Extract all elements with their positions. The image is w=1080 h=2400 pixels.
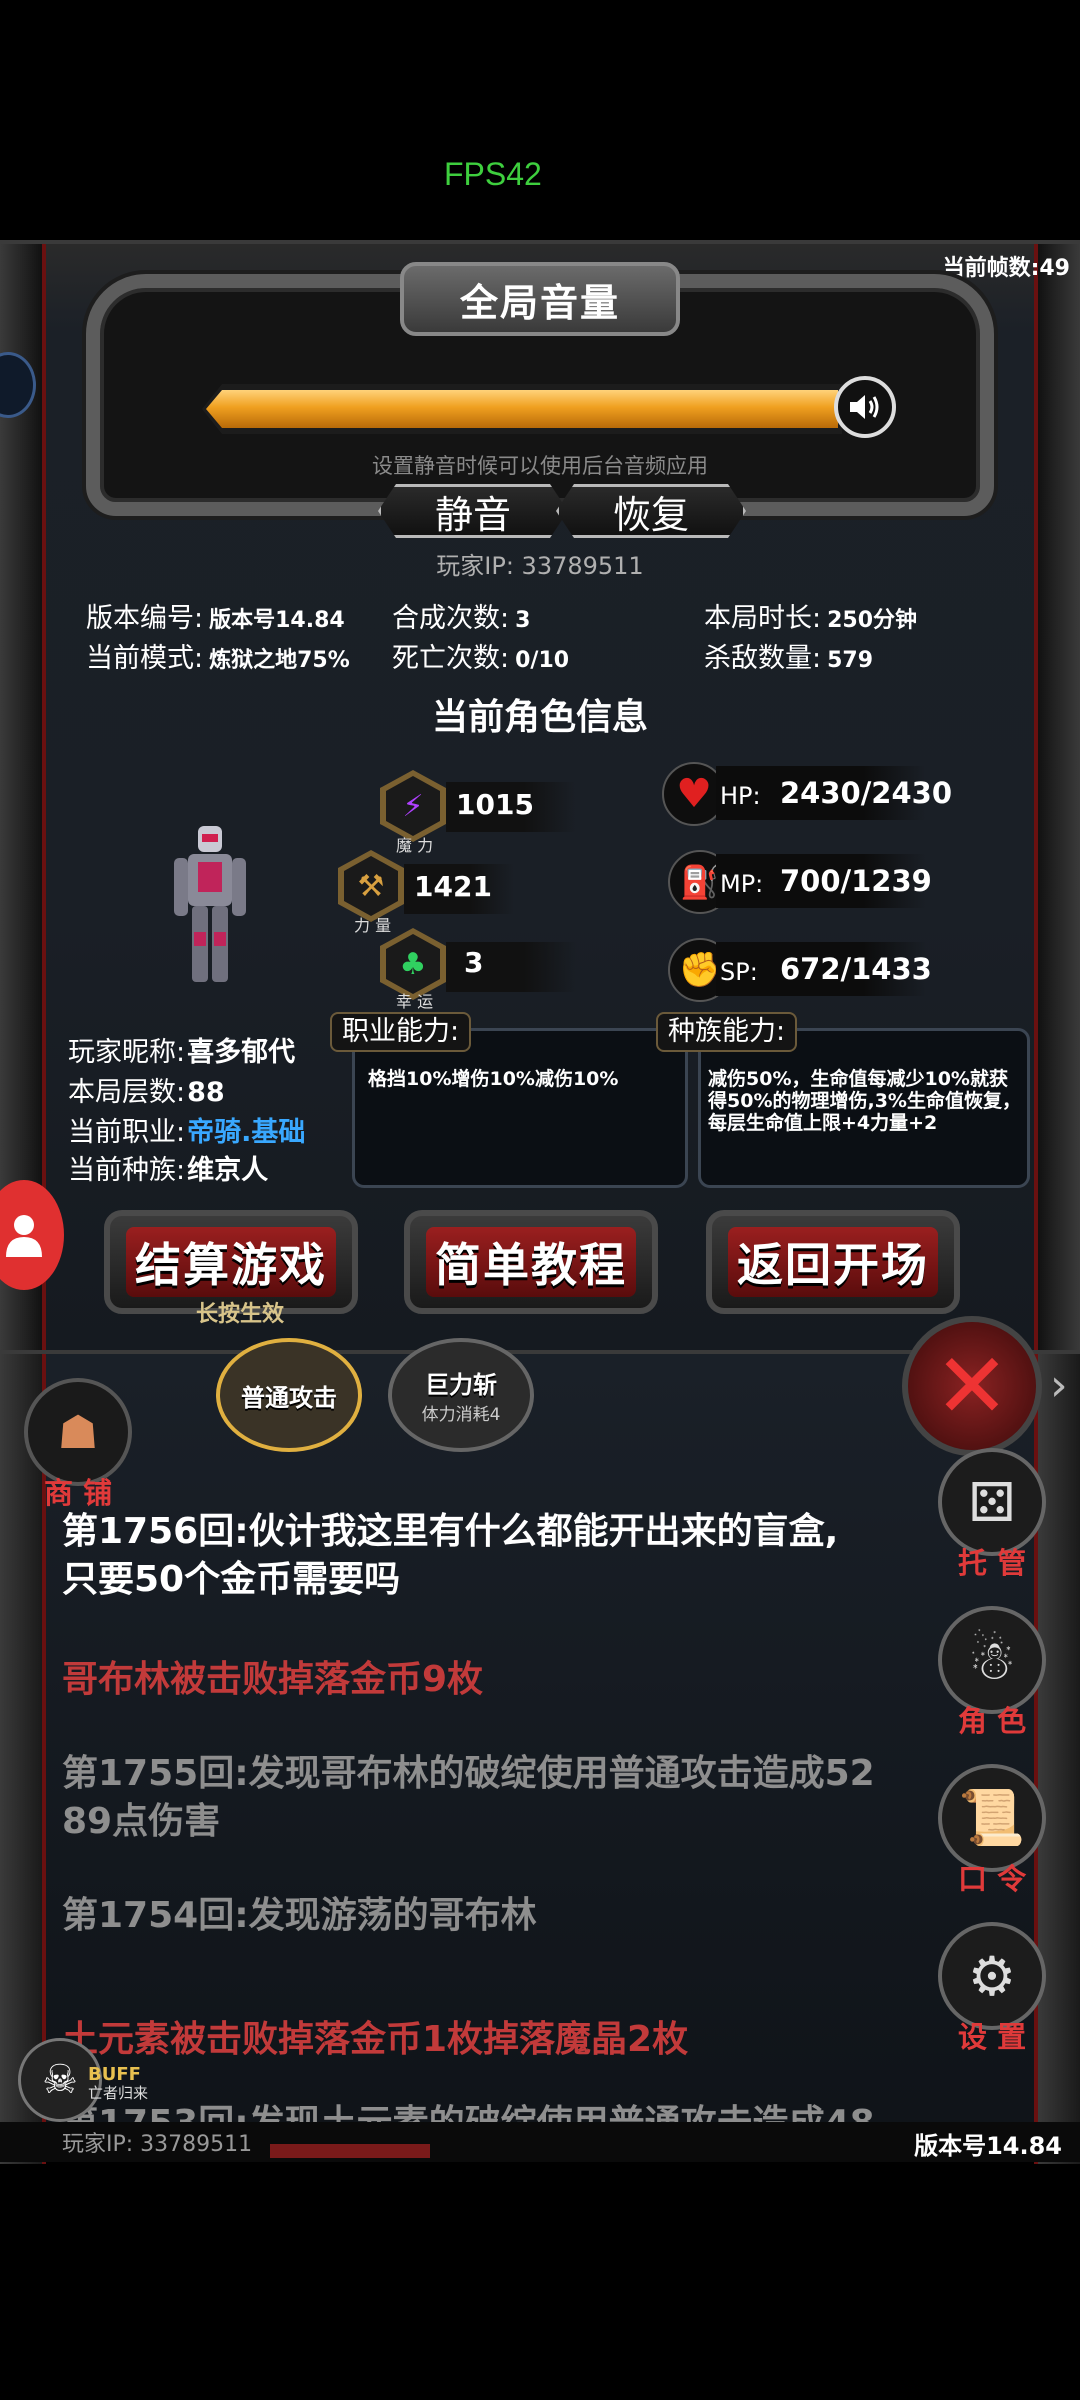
volume-hint: 设置静音时候可以使用后台音频应用 — [372, 454, 708, 478]
job-value: 帝骑.基础 — [187, 1117, 306, 1148]
sp-key: SP: — [720, 958, 758, 986]
player-job: 当前职业:帝骑.基础 — [68, 1110, 305, 1149]
mute-button[interactable]: 静音 — [378, 484, 568, 538]
panel-frame-right — [1034, 244, 1080, 1354]
auto-label[interactable]: 托 管 — [958, 1540, 1026, 1582]
race-ability-label: 种族能力: — [656, 1012, 798, 1052]
character-sprite — [174, 826, 246, 982]
player-ip: 玩家IP: 33789511 — [436, 552, 644, 580]
floors-value: 88 — [187, 1077, 225, 1108]
role-label[interactable]: 角 色 — [958, 1698, 1026, 1740]
volume-title-plate: 全局音量 — [400, 262, 680, 336]
footer-version: 版本号14.84 — [914, 2132, 1062, 2160]
log-line-3a: 第1755回:发现哥布林的破绽使用普通攻击造成52 — [62, 1753, 875, 1794]
stat-duration: 本局时长: 250分钟 — [704, 596, 917, 635]
restore-button[interactable]: 恢复 — [556, 484, 746, 538]
mp-key: MP: — [720, 870, 764, 898]
player-floors: 本局层数:88 — [68, 1070, 225, 1109]
fps-counter: FPS42 — [444, 156, 542, 192]
heavy-slash-cost: 体力消耗4 — [421, 1405, 501, 1425]
buff-sub: 亡者归来 — [88, 2084, 149, 2102]
job-ability-label: 职业能力: — [330, 1012, 472, 1052]
stat-duration-key: 本局时长: — [704, 603, 822, 634]
speaker-icon[interactable] — [834, 376, 896, 438]
log-line-1b: 只要50个金币需要吗 — [62, 1559, 401, 1600]
stat-version-key: 版本编号: — [86, 603, 204, 634]
hp-key: HP: — [720, 782, 761, 810]
tutorial-button[interactable]: 简单教程 — [404, 1210, 658, 1314]
log-line-4: 第1754回:发现游荡的哥布林 — [62, 1895, 537, 1936]
stat-version-value: 版本号14.84 — [209, 608, 345, 633]
tutorial-label: 简单教程 — [426, 1227, 636, 1297]
stat-synth: 合成次数: 3 — [392, 596, 530, 635]
nickname-key: 玩家昵称: — [68, 1037, 186, 1068]
luck-value: 3 — [464, 946, 484, 979]
power-value: 1421 — [414, 870, 492, 903]
log-line-2: 哥布林被击败掉落金币9枚 — [62, 1659, 484, 1700]
sp-value: 672/1433 — [780, 952, 932, 986]
footer-progress — [270, 2144, 430, 2158]
stat-mode: 当前模式: 炼狱之地75% — [86, 636, 350, 675]
heavy-slash-skill[interactable]: 巨力斩 体力消耗4 — [388, 1338, 534, 1452]
log-frame-right — [1034, 1354, 1080, 2164]
power-label: 力 量 — [354, 916, 392, 935]
log-line-3b: 89点伤害 — [62, 1801, 221, 1842]
role-info-title: 当前角色信息 — [431, 697, 648, 738]
stat-synth-value: 3 — [515, 608, 531, 633]
stat-kills-value: 579 — [827, 648, 874, 673]
return-start-button[interactable]: 返回开场 — [706, 1210, 960, 1314]
volume-slider-fill[interactable] — [206, 390, 838, 428]
hold-hint: 长按生效 — [196, 1302, 285, 1327]
chevron-right-icon[interactable]: › — [1050, 1360, 1068, 1411]
close-icon[interactable]: ✕ — [902, 1316, 1042, 1456]
settings-label[interactable]: 设 置 — [958, 2014, 1026, 2056]
job-ability-text: 格挡10%增伤10%减伤10% — [368, 1068, 619, 1090]
stat-kills-key: 杀敌数量: — [704, 643, 822, 674]
normal-attack-skill[interactable]: 普通攻击 — [216, 1338, 362, 1452]
race-value: 维京人 — [187, 1155, 269, 1186]
log-line-1a: 第1756回:伙计我这里有什么都能开出来的盲盒, — [62, 1511, 839, 1552]
settle-game-label: 结算游戏 — [126, 1227, 336, 1297]
shop-label[interactable]: 商 铺 — [44, 1470, 112, 1512]
log-line-5: 土元素被击败掉落金币1枚掉落魔晶2枚 — [62, 2019, 689, 2060]
luck-label: 幸 运 — [396, 992, 434, 1011]
race-ability-text: 减伤50%，生命值每减少10%就获得50%的物理增伤,3%生命值恢复，每层生命值… — [708, 1068, 1021, 1134]
floors-key: 本局层数: — [68, 1077, 186, 1108]
stat-death-value: 0/10 — [515, 648, 570, 673]
stat-death: 死亡次数: 0/10 — [392, 636, 569, 675]
job-key: 当前职业: — [68, 1117, 186, 1148]
volume-title: 全局音量 — [459, 280, 620, 325]
race-key: 当前种族: — [68, 1155, 186, 1186]
nickname-value: 喜多郁代 — [187, 1037, 296, 1068]
footer-ip: 玩家IP: 33789511 — [62, 2132, 253, 2157]
normal-attack-label: 普通攻击 — [241, 1383, 337, 1412]
job-ability-box — [352, 1028, 688, 1188]
player-race: 当前种族:维京人 — [68, 1148, 268, 1187]
stat-death-key: 死亡次数: — [392, 643, 510, 674]
magic-label: 魔 力 — [396, 836, 434, 855]
stat-version: 版本编号: 版本号14.84 — [86, 596, 345, 635]
stat-synth-key: 合成次数: — [392, 603, 510, 634]
mp-value: 700/1239 — [780, 864, 932, 898]
heavy-slash-label: 巨力斩 — [425, 1371, 497, 1399]
magic-value: 1015 — [456, 788, 534, 821]
stat-duration-value: 250分钟 — [827, 608, 918, 633]
stat-mode-key: 当前模式: — [86, 643, 204, 674]
stat-mode-value: 炼狱之地75% — [209, 648, 350, 673]
stat-kills: 杀敌数量: 579 — [704, 636, 873, 675]
frame-count: 当前帧数:49 — [942, 256, 1070, 281]
return-start-label: 返回开场 — [728, 1227, 938, 1297]
code-label[interactable]: 口 令 — [958, 1856, 1026, 1898]
hp-value: 2430/2430 — [780, 776, 953, 810]
player-nickname: 玩家昵称:喜多郁代 — [68, 1030, 295, 1069]
